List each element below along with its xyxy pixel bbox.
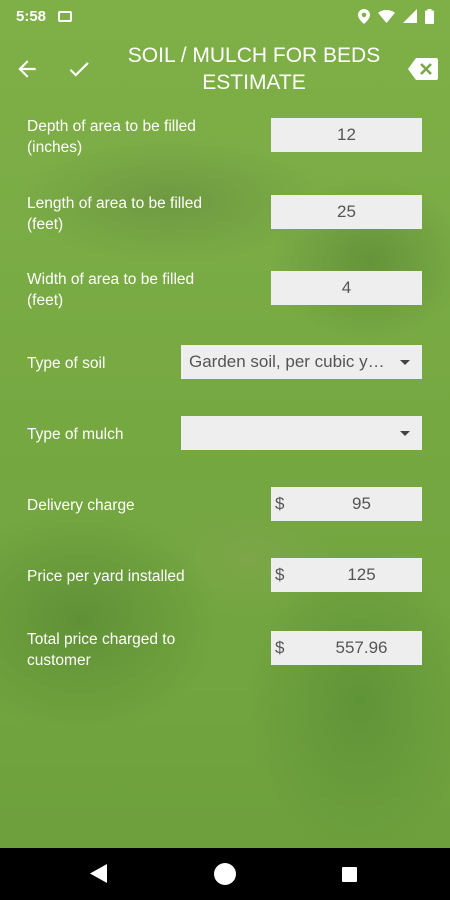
width-value: 4 <box>341 278 352 297</box>
status-bar: 5:58 <box>0 0 450 32</box>
total-output: $ 557.96 <box>271 631 422 665</box>
depth-input[interactable]: 12 <box>271 118 422 152</box>
price-per-yard-label: Price per yard installed <box>27 568 185 585</box>
toolbar: SOIL / MULCH FOR BEDS ESTIMATE <box>0 38 450 100</box>
delivery-value: 95 <box>352 494 371 513</box>
total-value: 557.96 <box>335 638 388 657</box>
battery-icon <box>425 8 434 24</box>
width-label: Width of area to be filled (feet) <box>27 271 195 309</box>
length-value: 25 <box>337 202 356 221</box>
soil-select[interactable]: Garden soil, per cubic yard <box>181 345 422 379</box>
wifi-icon <box>378 9 395 23</box>
currency-symbol: $ <box>275 638 285 657</box>
delivery-label: Delivery charge <box>27 497 135 514</box>
dropdown-arrow-icon <box>400 431 410 436</box>
currency-symbol: $ <box>275 565 285 584</box>
price-per-yard-value: 125 <box>347 565 376 584</box>
width-input[interactable]: 4 <box>271 271 422 305</box>
nav-back-icon[interactable] <box>90 864 107 883</box>
length-input[interactable]: 25 <box>271 195 422 229</box>
page-title: SOIL / MULCH FOR BEDS ESTIMATE <box>127 44 381 94</box>
location-icon <box>358 8 370 24</box>
soil-selected-value: Garden soil, per cubic yard <box>189 352 389 371</box>
save-check-icon[interactable] <box>66 56 92 82</box>
total-label: Total price charged to customer <box>27 631 176 669</box>
navigation-bar <box>0 848 450 900</box>
nav-home-icon[interactable] <box>214 863 236 885</box>
signal-icon <box>403 9 417 23</box>
delivery-input[interactable]: $ 95 <box>271 487 422 521</box>
length-label: Length of area to be filled (feet) <box>27 195 202 233</box>
price-per-yard-input[interactable]: $ 125 <box>271 558 422 592</box>
message-icon <box>58 10 73 22</box>
back-arrow-icon[interactable] <box>14 56 40 82</box>
status-time: 5:58 <box>16 7 47 25</box>
mulch-select[interactable] <box>181 416 422 450</box>
depth-value: 12 <box>337 125 356 144</box>
clear-icon[interactable] <box>408 58 438 80</box>
currency-symbol: $ <box>275 494 285 513</box>
nav-recents-icon[interactable] <box>342 867 357 882</box>
dropdown-arrow-icon <box>400 360 410 365</box>
depth-label: Depth of area to be filled (inches) <box>27 118 196 156</box>
